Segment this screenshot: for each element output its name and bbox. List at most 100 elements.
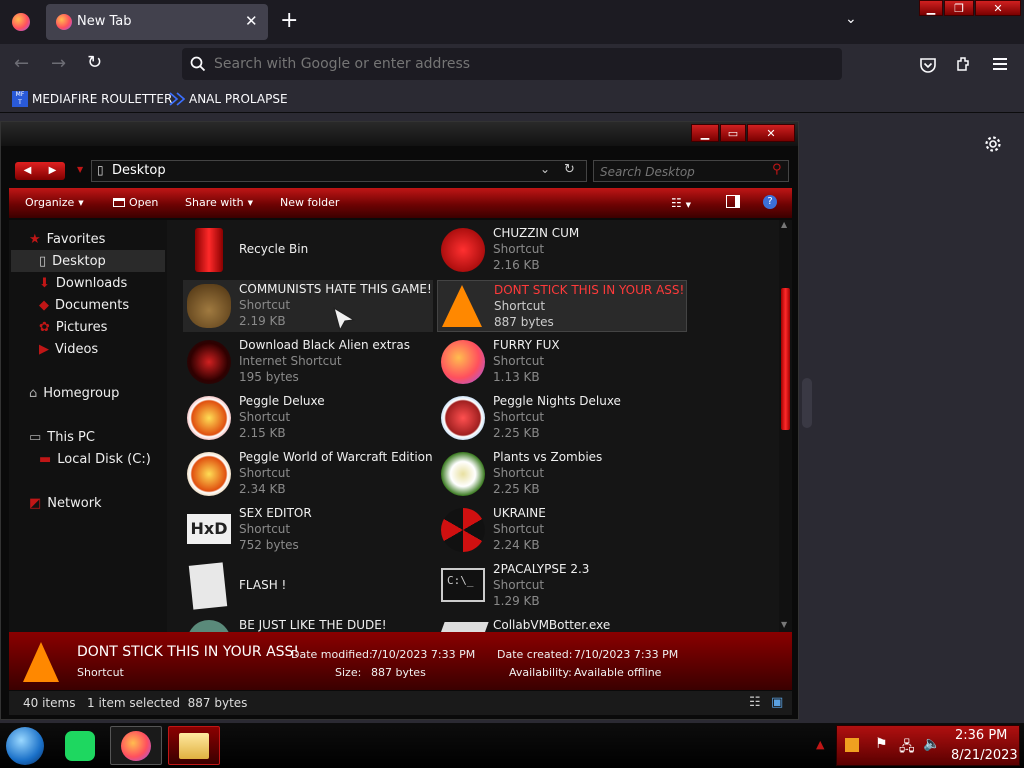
file-item-peggle-wow[interactable]: Peggle World of Warcraft Edition Shortcu… xyxy=(183,448,433,500)
volume-icon[interactable]: 🔈 xyxy=(923,736,940,752)
file-list-scrollbar[interactable]: ▲ ▼ xyxy=(779,220,792,632)
file-item-flash[interactable]: FLASH ! xyxy=(183,560,433,612)
address-text: Desktop xyxy=(112,163,166,178)
explorer-minimize-button[interactable]: ▁ xyxy=(691,124,719,142)
open-button[interactable]: Open xyxy=(113,196,158,209)
file-item-sex-editor[interactable]: HxD SEX EDITOR Shortcut 752 bytes xyxy=(183,504,433,556)
organize-button[interactable]: Organize ▼ xyxy=(25,196,84,209)
scroll-down-icon[interactable]: ▼ xyxy=(781,620,787,629)
action-center-flag-icon[interactable]: ⚑ xyxy=(875,736,888,752)
large-icons-view-icon[interactable]: ▣ xyxy=(771,695,783,710)
nav-label: Videos xyxy=(55,341,99,357)
details-modified-value: 7/10/2023 7:33 PM xyxy=(371,648,476,661)
refresh-icon[interactable]: ↻ xyxy=(564,162,575,177)
explorer-search-input[interactable] xyxy=(594,162,770,182)
clock-time[interactable]: 2:36 PM xyxy=(955,728,1007,743)
keyboard-icon xyxy=(437,622,489,632)
explorer-maximize-button[interactable]: ▭ xyxy=(720,124,746,142)
file-item-ukraine[interactable]: UKRAINE Shortcut 2.24 KB xyxy=(437,504,687,556)
explorer-close-button[interactable]: ✕ xyxy=(747,124,795,142)
scroll-handle[interactable] xyxy=(802,378,812,428)
forward-icon[interactable]: → xyxy=(51,53,66,74)
gear-icon[interactable] xyxy=(984,135,1002,153)
app-menu-icon[interactable] xyxy=(993,58,1007,70)
new-tab-icon[interactable]: + xyxy=(280,8,298,33)
details-view-icon[interactable]: ☷ xyxy=(749,695,761,710)
url-bar[interactable] xyxy=(182,48,842,80)
preview-pane-icon[interactable] xyxy=(726,195,740,208)
show-hidden-icons-icon[interactable]: ▲ xyxy=(816,738,824,751)
nav-pictures[interactable]: ✿ Pictures xyxy=(39,316,107,338)
tray-app-icon[interactable] xyxy=(845,738,859,752)
nav-favorites[interactable]: ★ Favorites xyxy=(29,228,105,250)
file-item-be-just-like-the-dude[interactable]: BE JUST LIKE THE DUDE! xyxy=(183,616,433,632)
file-item-dont-stick[interactable]: DONT STICK THIS IN YOUR ASS! Shortcut 88… xyxy=(437,280,687,332)
explorer-forward-icon[interactable]: ▶ xyxy=(40,162,65,180)
extensions-icon[interactable] xyxy=(955,55,973,73)
details-pane: DONT STICK THIS IN YOUR ASS! Shortcut Da… xyxy=(9,632,792,690)
taskbar-explorer-button[interactable] xyxy=(168,726,220,765)
tab-new-tab[interactable]: New Tab ✕ xyxy=(46,4,268,40)
scroll-thumb[interactable] xyxy=(781,288,790,430)
file-type: Shortcut xyxy=(493,522,545,536)
view-options-icon[interactable]: ☷ ▼ xyxy=(671,196,691,210)
list-all-tabs-icon[interactable]: ⌄ xyxy=(845,11,857,27)
back-forward-buttons[interactable]: ◀ ▶ xyxy=(15,162,65,180)
taskbar-spotify-button[interactable] xyxy=(54,726,106,765)
search-icon[interactable]: ⚲ xyxy=(772,162,782,177)
nav-local-disk[interactable]: ▬ Local Disk (C:) xyxy=(39,448,151,470)
file-item-peggle-nights[interactable]: Peggle Nights Deluxe Shortcut 2.25 KB xyxy=(437,392,687,444)
back-icon[interactable]: ← xyxy=(14,53,29,74)
file-type: Shortcut xyxy=(493,354,545,368)
close-window-button[interactable]: ✕ xyxy=(975,0,1021,16)
drive-icon: ▬ xyxy=(39,451,52,467)
file-item-collabvmbotter[interactable]: CollabVMBotter.exe xyxy=(437,616,687,632)
address-dropdown-icon[interactable]: ⌄ xyxy=(540,162,550,176)
close-tab-icon[interactable]: ✕ xyxy=(245,12,258,30)
nav-this-pc[interactable]: ▭ This PC xyxy=(29,426,95,448)
scroll-up-icon[interactable]: ▲ xyxy=(781,220,787,229)
file-name: FURRY FUX xyxy=(493,338,560,352)
nav-network[interactable]: ◩ Network xyxy=(29,492,102,514)
recent-locations-icon[interactable]: ▼ xyxy=(77,165,83,174)
file-type: Internet Shortcut xyxy=(239,354,342,368)
share-with-button[interactable]: Share with ▼ xyxy=(185,196,253,209)
nav-homegroup[interactable]: ⌂ Homegroup xyxy=(29,382,119,404)
url-input[interactable] xyxy=(214,48,814,80)
file-type: Shortcut xyxy=(239,466,291,480)
network-icon[interactable]: 🖧 xyxy=(899,736,915,760)
bookmark-mediafire-rouletter[interactable]: MF T MEDIAFIRE ROULETTER xyxy=(12,90,172,108)
restore-window-button[interactable]: ❐ xyxy=(944,0,974,16)
nav-videos[interactable]: ▶ Videos xyxy=(39,338,98,360)
file-item-communists[interactable]: COMMUNISTS HATE THIS GAME! Shortcut 2.19… xyxy=(183,280,433,332)
file-item-recycle-bin[interactable]: Recycle Bin xyxy=(183,224,433,276)
new-folder-button[interactable]: New folder xyxy=(280,196,339,209)
bookmark-anal-prolapse[interactable]: ANAL PROLAPSE xyxy=(169,90,288,108)
file-item-2pacalypse[interactable]: C:\_ 2PACALYPSE 2.3 Shortcut 1.29 KB xyxy=(437,560,687,612)
firefox-menu-icon[interactable] xyxy=(12,13,30,31)
file-item-peggle[interactable]: Peggle Deluxe Shortcut 2.15 KB xyxy=(183,392,433,444)
nav-documents[interactable]: ◆ Documents xyxy=(39,294,129,316)
file-item-chuzzin[interactable]: CHUZZIN CUM Shortcut 2.16 KB xyxy=(437,224,687,276)
file-type: Shortcut xyxy=(239,410,291,424)
reload-icon[interactable]: ↻ xyxy=(87,52,102,73)
details-availability-value: Available offline xyxy=(574,666,662,679)
network-icon: ◩ xyxy=(29,495,42,511)
file-item-furry-fux[interactable]: FURRY FUX Shortcut 1.13 KB xyxy=(437,336,687,388)
firefox-icon xyxy=(441,340,485,384)
help-icon[interactable]: ? xyxy=(763,195,777,209)
clock-date[interactable]: 8/21/2023 xyxy=(951,748,1018,763)
nav-desktop[interactable]: ▯ Desktop xyxy=(11,250,165,272)
nav-downloads[interactable]: ⬇ Downloads xyxy=(39,272,127,294)
pocket-icon[interactable] xyxy=(919,56,937,74)
start-button[interactable] xyxy=(6,727,44,765)
explorer-back-icon[interactable]: ◀ xyxy=(15,162,40,180)
file-size: 1.13 KB xyxy=(493,370,540,384)
file-item-plants-vs-zombies[interactable]: Plants vs Zombies Shortcut 2.25 KB xyxy=(437,448,687,500)
file-item-black-alien[interactable]: Download Black Alien extras Internet Sho… xyxy=(183,336,433,388)
minimize-window-button[interactable]: ▁ xyxy=(919,0,943,16)
taskbar-firefox-button[interactable] xyxy=(110,726,162,765)
address-bar[interactable]: ▯ Desktop ⌄ ↻ xyxy=(91,160,587,182)
explorer-search-box[interactable]: ⚲ xyxy=(593,160,789,182)
explorer-titlebar[interactable]: ▁ ▭ ✕ xyxy=(1,122,798,146)
